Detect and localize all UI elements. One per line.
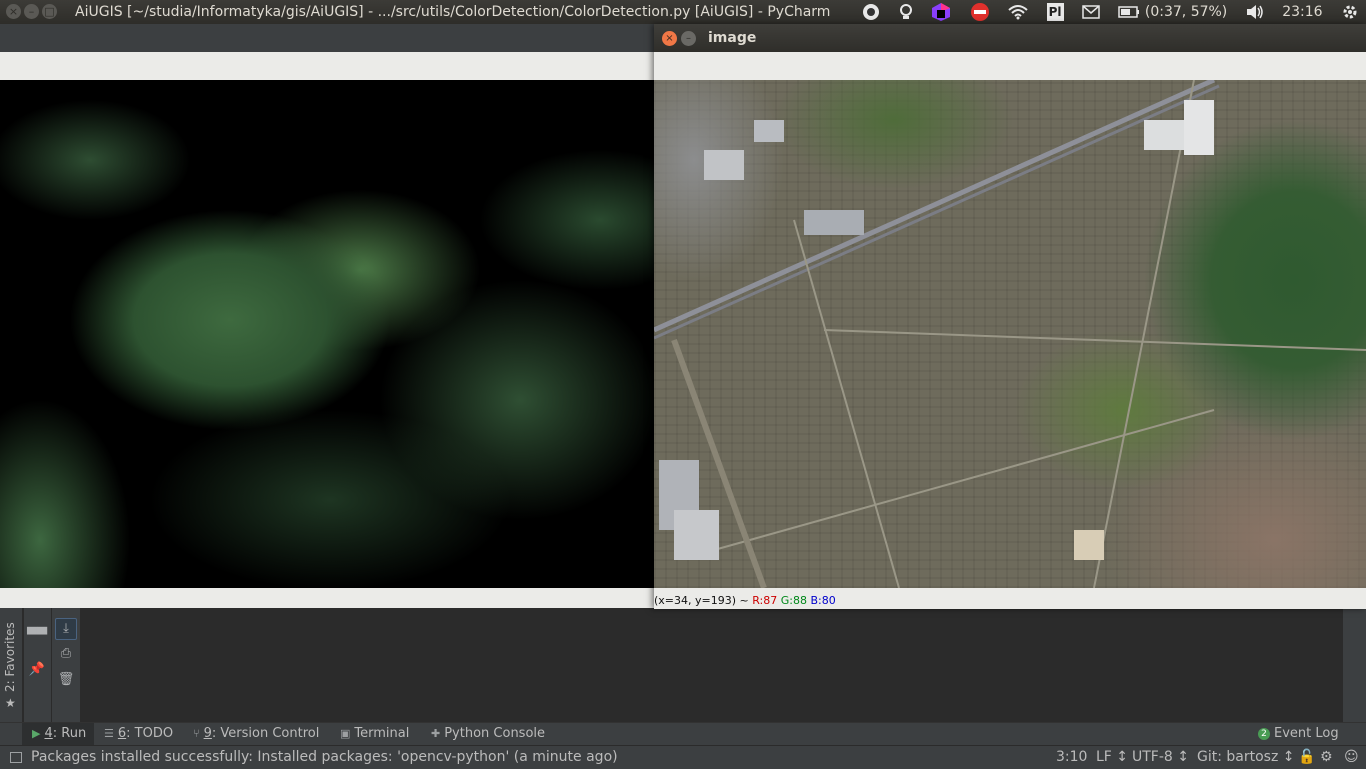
screenshot-icon[interactable]: [862, 0, 880, 24]
masked-window-status: [0, 588, 654, 608]
image-window-titlebar[interactable]: × – image: [654, 24, 1366, 52]
close-icon[interactable]: ×: [662, 31, 677, 46]
pixel-green-value: G:88: [780, 594, 807, 607]
run-toolbar-left: ▀▀ 📌: [24, 608, 51, 722]
status-bar: Packages installed successfully: Install…: [0, 745, 1366, 769]
tab-python-console[interactable]: ✚ Python Console: [431, 723, 545, 746]
clock[interactable]: 23:16: [1282, 0, 1322, 24]
tool-window-tabs: ▶ 4: Run ☰ 6: TODO ⑂ 9: Version Control ▣ Te…: [0, 722, 1366, 746]
volume-icon[interactable]: [1246, 0, 1264, 24]
inspector-icon[interactable]: ⚙: [1320, 746, 1333, 769]
masked-image-canvas[interactable]: [0, 80, 654, 588]
minimize-icon[interactable]: –: [24, 4, 39, 19]
file-encoding[interactable]: UTF-8 ↕: [1132, 746, 1189, 769]
battery-text: (0:37, 57%): [1144, 4, 1228, 20]
run-output-panel[interactable]: [0, 608, 1366, 722]
layout-icon[interactable]: ▀▀: [27, 626, 47, 646]
tab-version-control[interactable]: ⑂ 9: Version Control: [193, 723, 319, 746]
caret-position[interactable]: 3:10: [1056, 746, 1087, 769]
satellite-image-canvas[interactable]: [654, 80, 1366, 588]
pin-icon[interactable]: 📌: [27, 660, 47, 680]
memory-indicator-icon[interactable]: ☺: [1344, 746, 1359, 769]
git-branch[interactable]: Git: bartosz ↕: [1197, 746, 1295, 769]
tab-todo[interactable]: ☰ 6: TODO: [104, 723, 173, 746]
no-entry-icon[interactable]: [970, 0, 990, 24]
pixel-red-value: R:87: [752, 594, 778, 607]
pixel-blue-value: B:80: [810, 594, 836, 607]
window-title: AiUGIS [~/studia/Informatyka/gis/AiUGIS]…: [75, 4, 831, 20]
lightbulb-icon[interactable]: [899, 0, 913, 24]
wifi-icon[interactable]: [1008, 0, 1028, 24]
python-console-icon: ✚: [431, 727, 441, 740]
maximize-icon[interactable]: □: [42, 4, 57, 19]
tab-run[interactable]: ▶ 4: Run: [22, 723, 95, 746]
tab-terminal[interactable]: ▣ Terminal: [340, 723, 409, 746]
line-separator[interactable]: LF ↕: [1096, 746, 1128, 769]
tool-windows-icon[interactable]: [10, 752, 22, 763]
satellite-image-features: [654, 80, 1366, 588]
run-icon: ▶: [32, 727, 41, 740]
vcs-icon: ⑂: [193, 727, 200, 740]
print-icon[interactable]: ⎙: [56, 644, 76, 664]
favorites-label[interactable]: 2: Favorites: [3, 622, 17, 692]
close-icon[interactable]: ×: [6, 4, 21, 19]
run-panel-scrollbar[interactable]: [1343, 608, 1366, 722]
image-window: × – image (x=34, y=193) ~ R:87 G:88 B:80: [654, 24, 1366, 609]
trash-icon[interactable]: 🗑: [56, 670, 76, 690]
image-window-toolbar: [654, 52, 1366, 81]
battery-status[interactable]: (0:37, 57%): [1118, 0, 1227, 24]
pycharm-icon[interactable]: Pl: [1046, 0, 1064, 24]
todo-icon: ☰: [104, 727, 114, 740]
run-toolbar-right: ⤓ ⎙ 🗑: [52, 608, 80, 722]
pixel-coordinates: (x=34, y=193) ~: [654, 594, 749, 607]
image-window-title: image: [708, 30, 757, 46]
mail-icon[interactable]: [1082, 0, 1100, 24]
settings-gear-icon[interactable]: [1341, 0, 1359, 24]
masked-window-toolbar: [0, 52, 654, 81]
star-icon: ★: [5, 696, 16, 710]
jetbrains-toolbox-icon[interactable]: [931, 0, 951, 24]
system-tray: Pl (0:37, 57%) 23:16: [855, 0, 1366, 24]
event-log-badge: 2: [1258, 728, 1270, 740]
status-message[interactable]: Packages installed successfully: Install…: [31, 746, 618, 769]
terminal-icon: ▣: [340, 727, 351, 740]
scroll-to-end-icon[interactable]: ⤓: [55, 618, 77, 640]
minimize-icon[interactable]: –: [681, 31, 696, 46]
lock-icon[interactable]: 🔓: [1298, 746, 1315, 769]
event-log-button[interactable]: 2 Event Log: [1258, 723, 1339, 746]
system-top-bar: × – □ AiUGIS [~/studia/Informatyka/gis/AiU…: [0, 0, 1366, 24]
battery-icon: [1118, 4, 1140, 20]
pixel-info-status: (x=34, y=193) ~ R:87 G:88 B:80: [654, 592, 1366, 609]
